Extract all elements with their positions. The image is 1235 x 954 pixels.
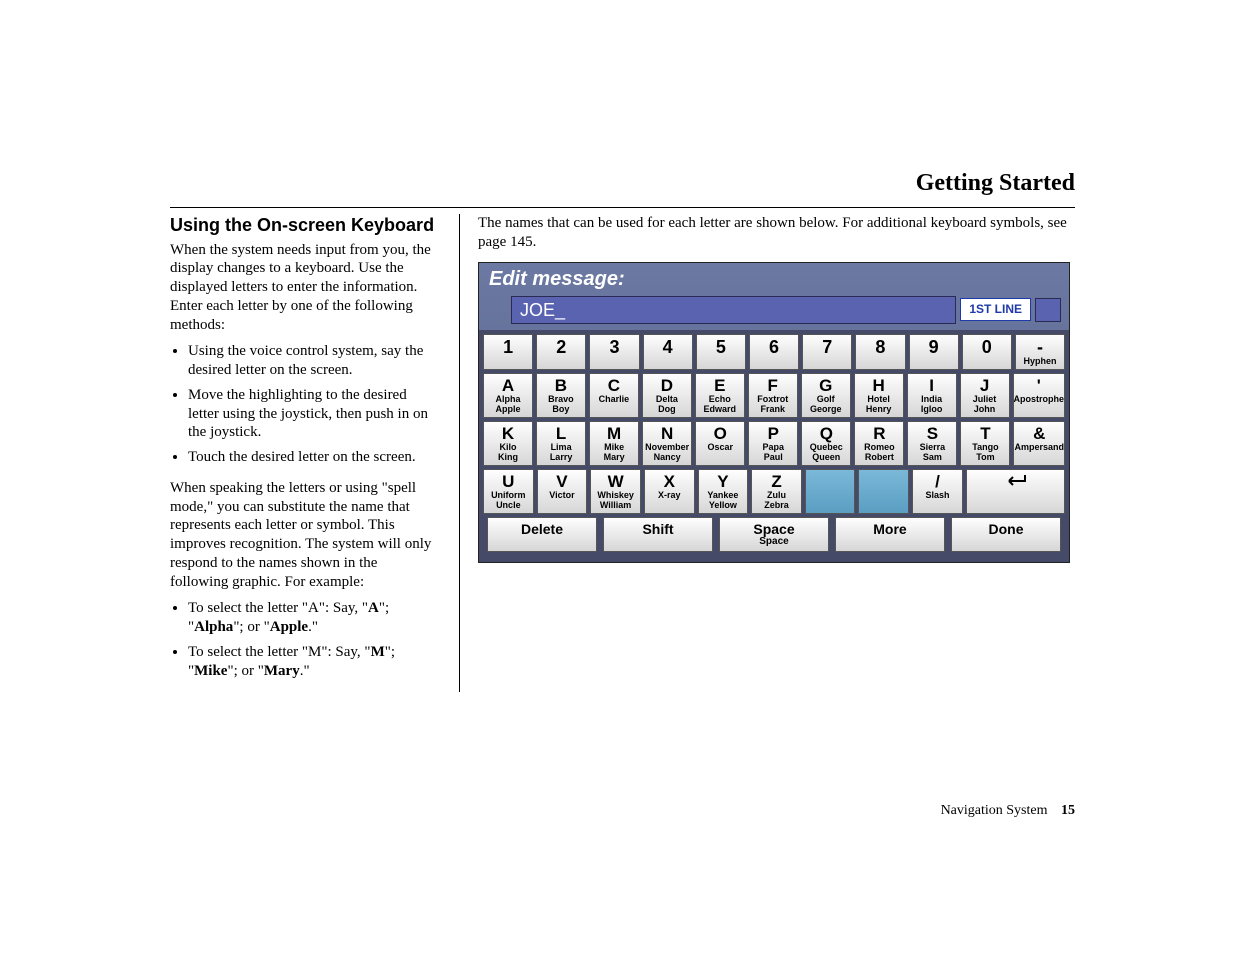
key[interactable]: 8 bbox=[855, 334, 905, 370]
key[interactable]: 'Apostrophe bbox=[1013, 373, 1066, 418]
key[interactable]: YYankeeYellow bbox=[698, 469, 749, 514]
right-column: The names that can be used for each lett… bbox=[459, 214, 1075, 692]
right-intro: The names that can be used for each lett… bbox=[478, 214, 1075, 252]
first-line-button[interactable]: 1ST LINE bbox=[960, 298, 1031, 321]
footer-label: Navigation System bbox=[941, 803, 1048, 818]
key[interactable]: SSierraSam bbox=[907, 421, 957, 466]
key[interactable]: 7 bbox=[802, 334, 852, 370]
done-button[interactable]: Done bbox=[951, 517, 1061, 552]
kbd-row-bottom: DeleteShiftSpaceSpaceMoreDone bbox=[483, 517, 1065, 558]
key[interactable]: MMikeMary bbox=[589, 421, 639, 466]
page-number: 15 bbox=[1061, 803, 1075, 818]
key[interactable]: KKiloKing bbox=[483, 421, 533, 466]
key[interactable] bbox=[858, 469, 909, 514]
key[interactable]: 9 bbox=[909, 334, 959, 370]
methods-list: Using the voice control system, say the … bbox=[188, 342, 435, 467]
key[interactable]: WWhiskeyWilliam bbox=[590, 469, 641, 514]
key[interactable]: RRomeoRobert bbox=[854, 421, 904, 466]
onscreen-keyboard: Edit message: JOE_ 1ST LINE 1234567890-H… bbox=[478, 262, 1070, 564]
list-item: Using the voice control system, say the … bbox=[188, 342, 435, 380]
page-footer: Navigation System 15 bbox=[941, 803, 1075, 819]
left-heading: Using the On-screen Keyboard bbox=[170, 214, 435, 237]
key[interactable]: -Hyphen bbox=[1015, 334, 1065, 370]
key[interactable]: UUniformUncle bbox=[483, 469, 534, 514]
key[interactable]: LLimaLarry bbox=[536, 421, 586, 466]
more-button[interactable]: More bbox=[835, 517, 945, 552]
kbd-row-numbers: 1234567890-Hyphen bbox=[483, 334, 1065, 370]
key[interactable]: IIndiaIgloo bbox=[907, 373, 957, 418]
list-item: To select the letter "A": Say, "A"; "Alp… bbox=[188, 599, 435, 637]
key[interactable]: 5 bbox=[696, 334, 746, 370]
key[interactable]: /Slash bbox=[912, 469, 963, 514]
left-para2: When speaking the letters or using "spel… bbox=[170, 479, 435, 592]
key[interactable]: TTangoTom bbox=[960, 421, 1010, 466]
kbd-title: Edit message: bbox=[479, 263, 1069, 294]
key[interactable]: QQuebecQueen bbox=[801, 421, 851, 466]
key[interactable]: 6 bbox=[749, 334, 799, 370]
section-title: Getting Started bbox=[170, 170, 1075, 197]
key[interactable]: 4 bbox=[643, 334, 693, 370]
list-item: Touch the desired letter on the screen. bbox=[188, 448, 435, 467]
key[interactable]: OOscar bbox=[695, 421, 745, 466]
list-item: Move the highlighting to the desired let… bbox=[188, 386, 435, 442]
key[interactable]: 0 bbox=[962, 334, 1012, 370]
key[interactable]: AAlphaApple bbox=[483, 373, 533, 418]
key[interactable]: GGolfGeorge bbox=[801, 373, 851, 418]
divider bbox=[170, 207, 1075, 208]
key[interactable]: DDeltaDog bbox=[642, 373, 692, 418]
shift-button[interactable]: Shift bbox=[603, 517, 713, 552]
key[interactable]: ZZuluZebra bbox=[751, 469, 802, 514]
enter-key[interactable] bbox=[966, 469, 1065, 514]
key[interactable]: FFoxtrotFrank bbox=[748, 373, 798, 418]
space-button[interactable]: SpaceSpace bbox=[719, 517, 829, 552]
key[interactable]: CCharlie bbox=[589, 373, 639, 418]
key[interactable]: 3 bbox=[589, 334, 639, 370]
kbd-blank bbox=[1035, 298, 1061, 322]
left-column: Using the On-screen Keyboard When the sy… bbox=[170, 214, 435, 692]
examples-list: To select the letter "A": Say, "A"; "Alp… bbox=[188, 599, 435, 680]
key[interactable]: NNovemberNancy bbox=[642, 421, 692, 466]
key[interactable]: XX-ray bbox=[644, 469, 695, 514]
list-item: To select the letter "M": Say, "M"; "Mik… bbox=[188, 643, 435, 681]
left-para1: When the system needs input from you, th… bbox=[170, 241, 435, 335]
key[interactable]: PPapaPaul bbox=[748, 421, 798, 466]
key[interactable]: 1 bbox=[483, 334, 533, 370]
key[interactable]: BBravoBoy bbox=[536, 373, 586, 418]
kbd-row-a: AAlphaAppleBBravoBoyCCharlieDDeltaDogEEc… bbox=[483, 373, 1065, 418]
kbd-row-k: KKiloKingLLimaLarryMMikeMaryNNovemberNan… bbox=[483, 421, 1065, 466]
kbd-row-u: UUniformUncleVVictorWWhiskeyWilliamXX-ra… bbox=[483, 469, 1065, 514]
key[interactable]: VVictor bbox=[537, 469, 588, 514]
key[interactable]: 2 bbox=[536, 334, 586, 370]
key[interactable]: HHotelHenry bbox=[854, 373, 904, 418]
key[interactable]: EEchoEdward bbox=[695, 373, 745, 418]
key[interactable]: &Ampersand bbox=[1013, 421, 1065, 466]
key[interactable] bbox=[805, 469, 856, 514]
delete-button[interactable]: Delete bbox=[487, 517, 597, 552]
kbd-input[interactable]: JOE_ bbox=[511, 296, 956, 325]
key[interactable]: JJulietJohn bbox=[960, 373, 1010, 418]
